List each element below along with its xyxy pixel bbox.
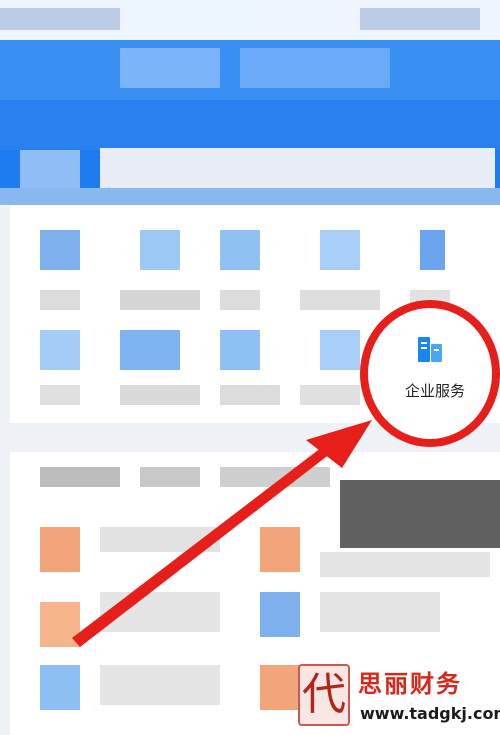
status-bar <box>0 0 500 40</box>
blurred-list-thumb[interactable] <box>260 592 300 637</box>
blurred-service-icon[interactable] <box>120 330 180 370</box>
blurred-status-left <box>0 8 120 30</box>
blurred-list-text <box>320 592 440 632</box>
watermark-seal: 代 <box>298 664 350 726</box>
blurred-dark-overlay <box>340 480 500 548</box>
blurred-list-tab[interactable] <box>40 467 120 487</box>
blurred-list-thumb[interactable] <box>260 665 300 710</box>
watermark-brand: 思丽财务 <box>358 670 462 698</box>
blurred-list-tab[interactable] <box>140 467 200 487</box>
blurred-service-label <box>300 290 380 310</box>
enterprise-service-label: 企业服务 <box>404 382 465 400</box>
blurred-service-icon[interactable] <box>420 230 445 270</box>
app-header <box>0 0 500 205</box>
blurred-service-label <box>40 290 80 310</box>
blurred-list-text <box>100 665 220 705</box>
blurred-header-band <box>0 100 500 150</box>
watermark-url: www.tadgkj.com <box>360 704 500 723</box>
blurred-service-label <box>220 385 280 405</box>
blurred-service-label <box>300 385 360 405</box>
blurred-location[interactable] <box>20 150 80 188</box>
enterprise-building-icon <box>418 337 442 362</box>
blurred-status-right <box>360 8 480 30</box>
blurred-header-bottom <box>0 188 500 205</box>
blurred-list-thumb[interactable] <box>40 665 80 710</box>
blurred-service-icon[interactable] <box>140 230 180 270</box>
blurred-service-label <box>120 385 200 405</box>
enterprise-service-button[interactable]: 企业服务 <box>385 330 485 410</box>
blurred-list-thumb[interactable] <box>40 527 80 572</box>
blurred-title <box>120 48 220 88</box>
blurred-service-icon[interactable] <box>320 230 360 270</box>
blurred-service-label <box>220 290 260 310</box>
blurred-list-text <box>100 527 220 552</box>
blurred-service-icon[interactable] <box>320 330 360 370</box>
blurred-list-text <box>320 552 490 577</box>
blurred-service-icon[interactable] <box>220 330 260 370</box>
blurred-service-icon[interactable] <box>40 330 80 370</box>
blurred-service-icon[interactable] <box>220 230 260 270</box>
search-input[interactable] <box>100 148 495 188</box>
blurred-service-icon[interactable] <box>40 230 80 270</box>
blurred-list-tab[interactable] <box>220 467 330 487</box>
blurred-list-thumb[interactable] <box>260 527 300 572</box>
blurred-list-thumb[interactable] <box>40 602 80 647</box>
blurred-service-label <box>120 290 200 310</box>
blurred-service-label <box>40 385 80 405</box>
watermark: 代 思丽财务 www.tadgkj.com <box>298 664 500 730</box>
blurred-list-text <box>100 592 220 632</box>
blurred-subtitle <box>240 48 390 88</box>
